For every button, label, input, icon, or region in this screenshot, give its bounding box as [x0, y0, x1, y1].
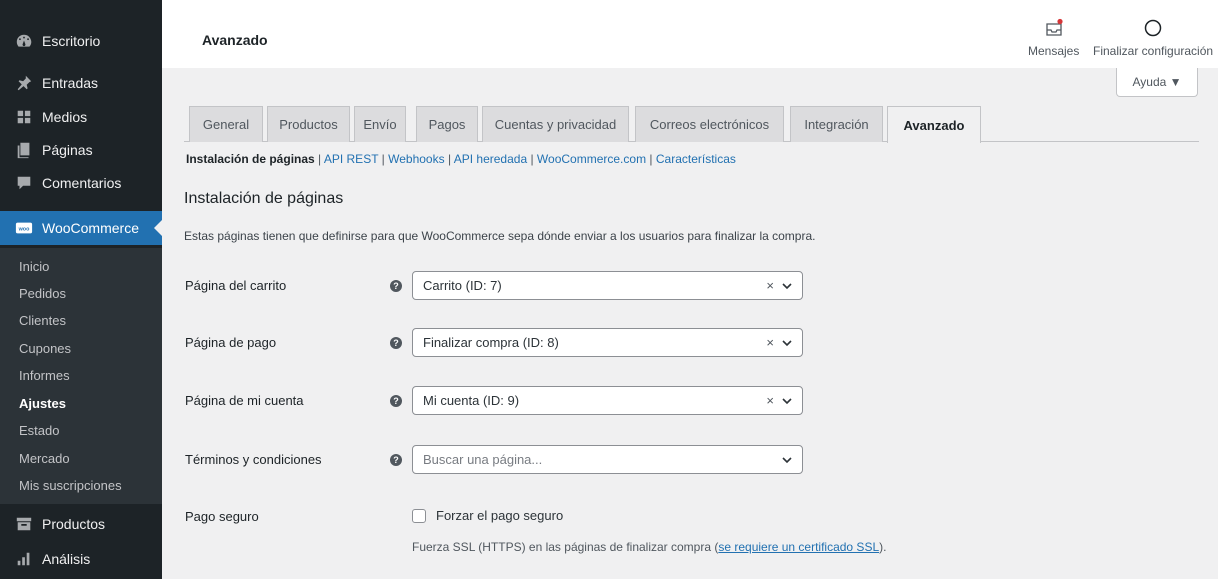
- myaccount-page-select[interactable]: Mi cuenta (ID: 9) ×: [412, 386, 803, 415]
- menu-item-comentarios[interactable]: Comentarios: [0, 166, 162, 200]
- submenu-estado[interactable]: Estado: [19, 419, 59, 443]
- tab-cuentas-privacidad[interactable]: Cuentas y privacidad: [482, 106, 629, 142]
- tab-productos[interactable]: Productos: [267, 106, 350, 142]
- tab-general[interactable]: General: [189, 106, 263, 142]
- myaccount-page-label: Página de mi cuenta: [185, 393, 304, 408]
- checkout-page-label: Página de pago: [185, 335, 277, 350]
- submenu-pedidos[interactable]: Pedidos: [19, 282, 66, 306]
- svg-text:woo: woo: [18, 226, 30, 232]
- help-tip-icon[interactable]: ?: [390, 395, 402, 407]
- tab-correos[interactable]: Correos electrónicos: [635, 106, 784, 142]
- help-tip-icon[interactable]: ?: [390, 337, 402, 349]
- subsection-nav: Instalación de páginas | API REST | Webh…: [186, 152, 736, 166]
- menu-item-medios[interactable]: Medios: [0, 100, 162, 134]
- page-title: Avanzado: [202, 32, 268, 48]
- pages-icon: [14, 140, 34, 160]
- submenu-informes[interactable]: Informes: [19, 364, 70, 388]
- submenu-mis-suscripciones[interactable]: Mis suscripciones: [19, 474, 122, 498]
- woocommerce-submenu: Inicio Pedidos Clientes Cupones Informes…: [0, 248, 162, 504]
- top-header: Avanzado Mensajes Finalizar configuració…: [162, 0, 1218, 68]
- menu-label: Análisis: [42, 551, 91, 567]
- submenu-inicio[interactable]: Inicio: [19, 255, 49, 279]
- media-icon: [14, 107, 34, 127]
- comments-icon: [14, 173, 34, 193]
- ssl-certificate-link[interactable]: se requiere un certificado SSL: [718, 540, 879, 554]
- ssl-desc-before: Fuerza SSL (HTTPS) en las páginas de fin…: [412, 540, 719, 554]
- menu-item-woocommerce[interactable]: woo WooCommerce: [0, 211, 162, 245]
- inbox-icon: [1046, 18, 1063, 36]
- help-tip-icon[interactable]: ?: [390, 280, 402, 292]
- force-ssl-description: Fuerza SSL (HTTPS) en las páginas de fin…: [412, 540, 886, 554]
- menu-label: Escritorio: [42, 33, 101, 49]
- menu-label: Entradas: [42, 75, 99, 91]
- menu-label: Páginas: [42, 142, 93, 158]
- section-description: Estas páginas tienen que definirse para …: [184, 229, 816, 243]
- submenu-clientes[interactable]: Clientes: [19, 309, 66, 333]
- menu-item-entradas[interactable]: Entradas: [0, 66, 162, 100]
- help-label: Ayuda ▼: [1132, 75, 1182, 89]
- submenu-mercado[interactable]: Mercado: [19, 447, 70, 471]
- pin-icon: [14, 73, 34, 93]
- ssl-desc-after: ).: [879, 540, 887, 554]
- chevron-down-icon: [782, 457, 792, 464]
- subnav-webhooks[interactable]: Webhooks: [388, 152, 444, 166]
- submenu-ajustes[interactable]: Ajustes: [19, 392, 66, 416]
- subnav-current: Instalación de páginas: [186, 152, 315, 166]
- terms-page-select[interactable]: Buscar una página...: [412, 445, 803, 474]
- subnav-api-heredada[interactable]: API heredada: [454, 152, 527, 166]
- tab-integracion[interactable]: Integración: [790, 106, 883, 142]
- progress-circle-icon: [1144, 19, 1162, 37]
- messages-button[interactable]: Mensajes: [1028, 18, 1079, 58]
- subnav-api-rest[interactable]: API REST: [324, 152, 378, 166]
- terms-page-label: Términos y condiciones: [185, 452, 322, 467]
- help-button[interactable]: Ayuda ▼: [1116, 68, 1198, 97]
- cart-page-value: Carrito (ID: 7): [423, 278, 502, 293]
- checkout-page-select[interactable]: Finalizar compra (ID: 8) ×: [412, 328, 803, 357]
- chevron-down-icon: [782, 398, 792, 405]
- menu-label: Comentarios: [42, 175, 122, 191]
- submenu-cupones[interactable]: Cupones: [19, 337, 71, 361]
- checkout-page-value: Finalizar compra (ID: 8): [423, 335, 559, 350]
- menu-label: Productos: [42, 516, 106, 532]
- secure-checkout-label: Pago seguro: [185, 509, 259, 524]
- menu-item-paginas[interactable]: Páginas: [0, 133, 162, 167]
- menu-item-escritorio[interactable]: Escritorio: [0, 24, 162, 58]
- subnav-woocommerce-com[interactable]: WooCommerce.com: [537, 152, 646, 166]
- settings-tabs: General Productos Envío Pagos Cuentas y …: [184, 106, 1199, 143]
- cart-page-select[interactable]: Carrito (ID: 7) ×: [412, 271, 803, 300]
- chevron-down-icon: [782, 340, 792, 347]
- woocommerce-icon: woo: [14, 218, 34, 238]
- menu-item-productos[interactable]: Productos: [0, 507, 162, 541]
- current-menu-arrow: [154, 220, 162, 236]
- help-tip-icon[interactable]: ?: [390, 454, 402, 466]
- clear-icon[interactable]: ×: [766, 278, 774, 293]
- cart-page-label: Página del carrito: [185, 278, 287, 293]
- chevron-down-icon: [782, 283, 792, 290]
- terms-page-placeholder: Buscar una página...: [423, 452, 543, 467]
- clear-icon[interactable]: ×: [766, 393, 774, 408]
- archive-icon: [14, 514, 34, 534]
- messages-label: Mensajes: [1028, 44, 1080, 58]
- menu-label: WooCommerce: [42, 220, 139, 236]
- section-title: Instalación de páginas: [184, 190, 344, 207]
- force-ssl-label[interactable]: Forzar el pago seguro: [436, 508, 563, 523]
- subnav-caracteristicas[interactable]: Características: [656, 152, 736, 166]
- myaccount-page-value: Mi cuenta (ID: 9): [423, 393, 520, 408]
- finish-setup-button[interactable]: Finalizar configuración: [1093, 18, 1213, 58]
- tab-envio[interactable]: Envío: [354, 106, 406, 142]
- force-ssl-checkbox[interactable]: [412, 509, 426, 523]
- menu-item-analisis[interactable]: Análisis: [0, 542, 162, 576]
- dashboard-icon: [14, 31, 34, 51]
- clear-icon[interactable]: ×: [766, 335, 774, 350]
- tab-pagos[interactable]: Pagos: [416, 106, 478, 142]
- finish-setup-label: Finalizar configuración: [1093, 44, 1214, 58]
- admin-sidebar: Escritorio Entradas Medios Páginas Comen…: [0, 0, 162, 579]
- menu-label: Medios: [42, 109, 88, 125]
- tab-avanzado[interactable]: Avanzado: [887, 106, 981, 143]
- chart-bar-icon: [14, 549, 34, 569]
